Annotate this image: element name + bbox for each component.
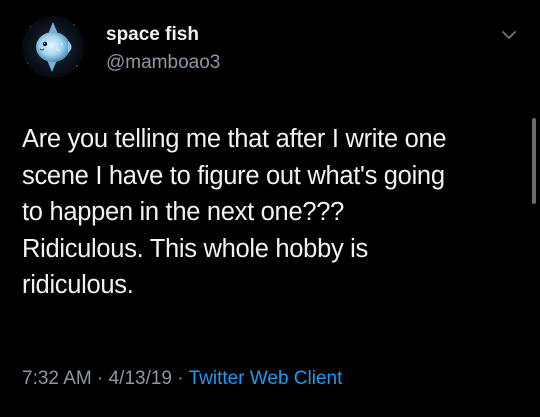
tweet-date[interactable]: 4/13/19 [109, 368, 172, 389]
more-options-button[interactable] [500, 26, 518, 44]
tweet-client-link[interactable]: Twitter Web Client [189, 368, 343, 389]
chevron-down-icon [502, 31, 516, 39]
scrollbar[interactable] [532, 118, 536, 204]
user-info[interactable]: space fish @mamboao3 [106, 24, 220, 74]
tweet-text: Are you telling me that after I write on… [22, 125, 447, 299]
avatar[interactable] [22, 16, 84, 78]
sunfish-avatar-icon [22, 16, 84, 78]
meta-separator: · [172, 368, 189, 389]
tweet: space fish @mamboao3 Are you telling me … [0, 0, 540, 417]
tweet-meta: 7:32 AM · 4/13/19 · Twitter Web Client [22, 367, 342, 391]
tweet-time[interactable]: 7:32 AM [22, 368, 92, 389]
user-handle[interactable]: @mamboao3 [106, 52, 220, 74]
display-name[interactable]: space fish [106, 24, 220, 46]
meta-separator: · [91, 368, 109, 389]
